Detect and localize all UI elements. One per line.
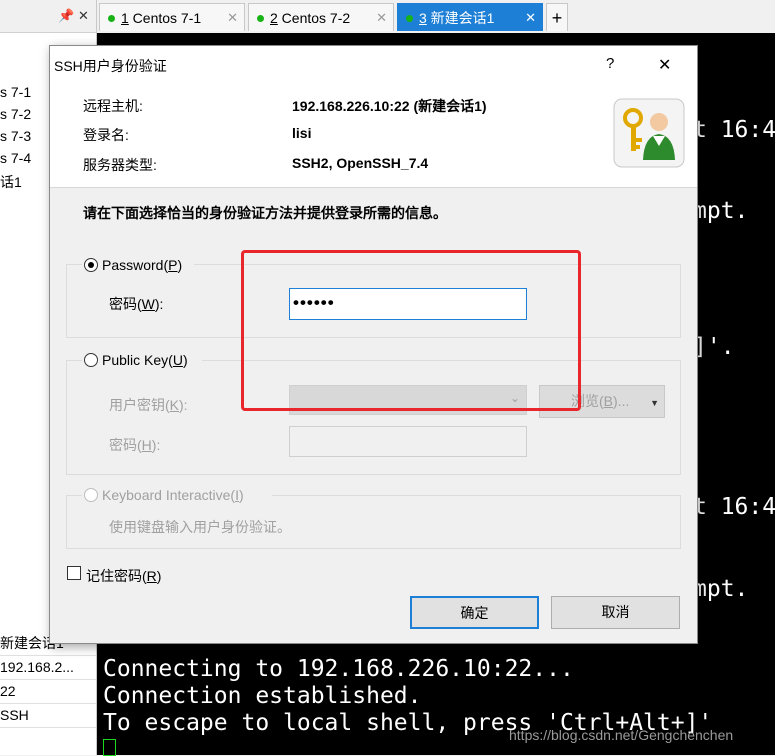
tree-item[interactable]: s 7-1 xyxy=(0,84,31,100)
close-panel-icon[interactable]: ✕ xyxy=(78,8,89,24)
password-label: 密码(W): xyxy=(109,296,164,312)
keyboard-interactive-label: Keyboard Interactive(I) xyxy=(102,487,244,503)
watermark: https://blog.csdn.net/Gengchenchen xyxy=(509,727,734,743)
terminal-cursor xyxy=(103,739,116,756)
connected-dot-icon xyxy=(406,15,413,22)
terminal-text-fragment: mpt. xyxy=(693,198,749,224)
dialog-titlebar: SSH用户身份验证 ? ✕ xyxy=(50,46,697,82)
terminal-line: Connecting to 192.168.226.10:22... xyxy=(103,656,574,682)
dialog-title: SSH用户身份验证 xyxy=(54,58,167,74)
connected-dot-icon xyxy=(108,15,115,22)
tree-item[interactable]: s 7-2 xyxy=(0,106,31,122)
user-key-icon xyxy=(613,98,685,168)
keyboard-interactive-desc: 使用键盘输入用户身份验证。 xyxy=(109,519,291,535)
tab-centos-7-1[interactable]: 1 Centos 7-1 ✕ xyxy=(99,3,245,31)
dialog-close-button[interactable]: ✕ xyxy=(658,55,671,75)
user-key-label: 用户密钥(K): xyxy=(109,397,188,413)
tree-item[interactable]: s 7-4 xyxy=(0,150,31,166)
tree-item[interactable]: 话1 xyxy=(0,172,22,192)
instruction-text: 请在下面选择恰当的身份验证方法并提供登录所需的信息。 xyxy=(83,205,447,221)
pin-icon[interactable]: 📌 xyxy=(58,8,74,24)
dropdown-arrow-icon: ▼ xyxy=(650,398,659,408)
terminal-text-fragment: t 16:4 xyxy=(693,117,775,143)
terminal-line: Connection established. xyxy=(103,683,422,709)
ok-button[interactable]: 确定 xyxy=(410,596,539,629)
tab-close-icon[interactable]: ✕ xyxy=(376,4,387,32)
login-name-label: 登录名: xyxy=(83,127,129,143)
remember-password-checkbox[interactable] xyxy=(67,566,81,580)
cancel-button[interactable]: 取消 xyxy=(551,596,680,629)
tree-item[interactable]: s 7-3 xyxy=(0,128,31,144)
public-key-option[interactable]: Public Key(U) xyxy=(82,351,202,369)
session-tab-bar: 1 Centos 7-1 ✕ 2 Centos 7-2 ✕ 3 新建会话1 ✕ … xyxy=(97,0,775,34)
password-input[interactable]: •••••• xyxy=(289,288,527,320)
property-row: 22 xyxy=(0,679,96,704)
keyboard-interactive-option[interactable]: Keyboard Interactive(I) xyxy=(82,486,272,504)
keyboard-interactive-radio[interactable] xyxy=(84,488,98,502)
tab-close-icon[interactable]: ✕ xyxy=(227,4,238,32)
connection-info: 远程主机: 192.168.226.10:22 (新建会话1) 登录名: lis… xyxy=(50,82,697,188)
password-input-value: •••••• xyxy=(293,293,335,312)
connected-dot-icon xyxy=(257,15,264,22)
user-key-select[interactable]: ⌄ xyxy=(289,385,527,415)
tab-new-session-1[interactable]: 3 新建会话1 ✕ xyxy=(397,3,543,31)
passphrase-input[interactable] xyxy=(289,426,527,457)
passphrase-label: 密码(H): xyxy=(109,437,161,453)
property-row: SSH xyxy=(0,703,96,728)
property-row: 192.168.2... xyxy=(0,655,96,680)
password-radio[interactable] xyxy=(84,258,98,272)
terminal-text-fragment: t 16:4 xyxy=(693,494,775,520)
password-option-label: Password(P) xyxy=(102,257,183,273)
remote-host-value: 192.168.226.10:22 (新建会话1) xyxy=(292,98,487,114)
password-option[interactable]: Password(P) xyxy=(82,256,194,274)
server-type-value: SSH2, OpenSSH_7.4 xyxy=(292,155,429,171)
browse-button[interactable]: 浏览(B)... ▼ xyxy=(539,385,665,418)
chevron-down-icon: ⌄ xyxy=(509,391,520,405)
new-tab-button[interactable]: + xyxy=(546,3,568,31)
remember-password-label: 记住密码(R) xyxy=(86,568,162,584)
terminal-text-fragment: ]'. xyxy=(693,334,735,360)
terminal-text-fragment: mpt. xyxy=(693,576,749,602)
session-panel-header: 📌 ✕ xyxy=(0,0,96,33)
remote-host-label: 远程主机: xyxy=(83,98,143,114)
public-key-radio[interactable] xyxy=(84,353,98,367)
tab-close-icon[interactable]: ✕ xyxy=(525,4,536,32)
ssh-auth-dialog: SSH用户身份验证 ? ✕ 远程主机: 192.168.226.10:22 (新… xyxy=(49,45,698,644)
login-name-value: lisi xyxy=(292,125,312,141)
help-button[interactable]: ? xyxy=(606,55,614,72)
server-type-label: 服务器类型: xyxy=(83,157,157,173)
public-key-option-label: Public Key(U) xyxy=(102,352,188,368)
tab-centos-7-2[interactable]: 2 Centos 7-2 ✕ xyxy=(248,3,394,31)
